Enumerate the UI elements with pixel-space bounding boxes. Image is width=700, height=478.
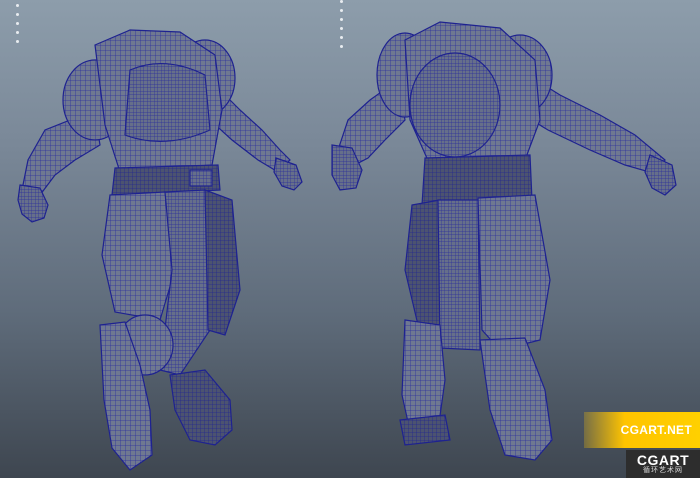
- armor-front-model[interactable]: [17, 29, 303, 471]
- cgart-watermark: CGART.NET CGART 循环艺术网: [584, 412, 700, 478]
- front-belt-buckle: [189, 169, 213, 187]
- front-right-hand: [273, 157, 303, 191]
- back-left-foot: [399, 414, 451, 446]
- wireframe-scene: [17, 21, 677, 471]
- front-right-boot: [169, 369, 233, 446]
- front-chest-plate: [124, 62, 211, 142]
- back-skirt-left: [404, 199, 443, 331]
- back-skirt-center: [437, 199, 481, 351]
- front-right-tasset: [204, 189, 241, 336]
- front-left-tasset: [101, 191, 176, 321]
- back-plate: [409, 52, 501, 158]
- watermark-site-text: CGART.NET: [620, 423, 692, 437]
- watermark-site-banner: CGART.NET: [584, 412, 700, 448]
- armor-back-model[interactable]: [331, 21, 677, 461]
- back-skirt-right: [477, 194, 551, 351]
- watermark-brand: CGART: [636, 452, 690, 468]
- back-right-boot: [479, 337, 553, 461]
- watermark-subtitle: 循环艺术网: [643, 467, 683, 474]
- watermark-logo: CGART 循环艺术网: [626, 450, 700, 478]
- maya-viewport[interactable]: CGART.NET CGART 循环艺术网: [0, 0, 700, 478]
- back-right-hand: [644, 154, 677, 196]
